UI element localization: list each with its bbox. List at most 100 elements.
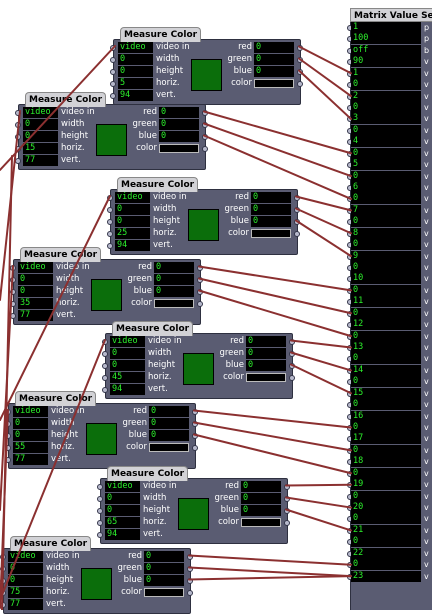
matrix-input-row[interactable]: 0v	[347, 284, 432, 297]
input-video-value[interactable]: video	[115, 192, 150, 203]
input-width-value[interactable]: 0	[13, 418, 48, 429]
output-red-value[interactable]: 0	[254, 42, 294, 53]
measure-color-actor[interactable]: Measure Color video video in 0 width 0 height 2…	[107, 177, 300, 256]
input-width-value[interactable]: 0	[18, 274, 53, 285]
output-red-value[interactable]: 0	[154, 262, 194, 273]
output-port[interactable]	[187, 553, 193, 560]
matrix-input-row[interactable]: 0v	[347, 376, 432, 388]
matrix-input-row[interactable]: 0v	[347, 422, 432, 434]
matrix-input-row[interactable]: 0v	[347, 444, 432, 457]
output-color-value[interactable]	[154, 299, 194, 308]
matrix-input-value[interactable]: 0	[351, 422, 421, 434]
actor-title[interactable]: Measure Color	[25, 92, 107, 107]
input-port[interactable]	[0, 601, 6, 608]
input-port[interactable]	[15, 109, 21, 116]
output-port[interactable]	[297, 80, 303, 87]
output-green-value[interactable]: 0	[144, 563, 184, 574]
input-port[interactable]	[102, 350, 108, 357]
matrix-input-value[interactable]: 0	[351, 467, 421, 479]
matrix-input-row[interactable]: 20 v	[347, 502, 432, 514]
matrix-actor-title[interactable]: Matrix Value Se	[350, 8, 432, 22]
output-port[interactable]	[294, 206, 300, 213]
input-port[interactable]	[15, 157, 21, 164]
matrix-input-row[interactable]: 4v	[347, 136, 432, 148]
input-vert-value[interactable]: 77	[23, 155, 58, 166]
matrix-input-row[interactable]: 0v	[347, 490, 432, 503]
matrix-input-value[interactable]: 12	[351, 319, 421, 331]
output-blue-value[interactable]: 0	[246, 360, 286, 371]
patch-cord[interactable]	[193, 421, 352, 452]
matrix-input-value[interactable]: off	[351, 44, 421, 56]
input-width-value[interactable]: 0	[23, 119, 58, 130]
matrix-input-value[interactable]: 90	[351, 56, 421, 68]
patch-cord[interactable]	[188, 566, 352, 578]
output-port[interactable]	[297, 44, 303, 51]
input-port[interactable]	[10, 300, 16, 307]
input-port[interactable]	[0, 553, 6, 560]
input-port[interactable]	[10, 264, 16, 271]
matrix-input-row[interactable]: 15 v	[347, 387, 432, 400]
patch-cord[interactable]	[203, 122, 352, 178]
output-port[interactable]	[202, 109, 208, 116]
matrix-input-value[interactable]: 4	[351, 136, 421, 148]
matrix-input-row[interactable]: 2v	[347, 90, 432, 103]
input-port[interactable]	[5, 420, 11, 427]
input-port[interactable]	[10, 288, 16, 295]
matrix-input-value[interactable]: 19	[351, 479, 421, 491]
input-port[interactable]	[97, 495, 103, 502]
input-height-value[interactable]: 0	[115, 216, 150, 227]
input-horiz-value[interactable]: 65	[105, 517, 140, 528]
output-port[interactable]	[197, 276, 203, 283]
input-port[interactable]	[107, 218, 113, 225]
matrix-input-value[interactable]: 13	[351, 342, 421, 354]
patch-cord[interactable]	[298, 69, 352, 120]
patch-cord[interactable]	[298, 57, 352, 98]
matrix-input-value[interactable]: 9	[351, 250, 421, 262]
input-port[interactable]	[15, 121, 21, 128]
input-port[interactable]	[10, 276, 16, 283]
matrix-input-row[interactable]: 0v	[347, 353, 432, 365]
output-green-value[interactable]: 0	[159, 119, 199, 130]
output-blue-value[interactable]: 0	[159, 131, 199, 142]
patch-cord[interactable]	[188, 575, 352, 581]
output-port[interactable]	[294, 230, 300, 237]
matrix-input-value[interactable]: 16	[351, 410, 421, 422]
matrix-input-row[interactable]: 0v	[347, 239, 432, 251]
input-height-value[interactable]: 0	[23, 131, 58, 142]
matrix-input-value[interactable]: 14	[351, 364, 421, 376]
patch-cord[interactable]	[188, 554, 352, 566]
output-color-value[interactable]	[251, 229, 291, 238]
matrix-input-row[interactable]: 0v	[347, 262, 432, 274]
input-port[interactable]	[0, 577, 6, 584]
matrix-input-row[interactable]: 0v	[347, 330, 432, 343]
matrix-input-row[interactable]: 14 v	[347, 364, 432, 377]
input-vert-value[interactable]: 77	[18, 310, 53, 321]
matrix-input-row[interactable]: 22 v	[347, 547, 432, 560]
input-port[interactable]	[110, 68, 116, 75]
matrix-input-row[interactable]: 0v	[347, 559, 432, 571]
output-port[interactable]	[294, 194, 300, 201]
matrix-input-row[interactable]: 0v	[347, 216, 432, 228]
patch-cord[interactable]	[295, 195, 352, 212]
matrix-input-row[interactable]: 0v	[347, 467, 432, 480]
matrix-input-row[interactable]: 11 v	[347, 296, 432, 308]
output-blue-value[interactable]: 0	[251, 216, 291, 227]
output-port[interactable]	[202, 121, 208, 128]
input-height-value[interactable]: 0	[110, 360, 145, 371]
matrix-input-row[interactable]: 9v	[347, 250, 432, 263]
input-horiz-value[interactable]: 35	[18, 298, 53, 309]
matrix-input-row[interactable]: 100 p	[347, 33, 432, 45]
input-video-value[interactable]: video	[8, 551, 43, 562]
matrix-input-value[interactable]: 0	[351, 284, 421, 296]
matrix-input-value[interactable]: 0	[351, 559, 421, 571]
matrix-input-row[interactable]: 0v	[347, 170, 432, 183]
input-port[interactable]	[102, 374, 108, 381]
output-port[interactable]	[187, 565, 193, 572]
output-color-value[interactable]	[159, 144, 199, 153]
output-port[interactable]	[202, 145, 208, 152]
output-port[interactable]	[187, 577, 193, 584]
patch-cord[interactable]	[285, 483, 352, 487]
input-horiz-value[interactable]: 15	[23, 143, 58, 154]
input-width-value[interactable]: 0	[8, 563, 43, 574]
patch-cord[interactable]	[290, 363, 352, 395]
